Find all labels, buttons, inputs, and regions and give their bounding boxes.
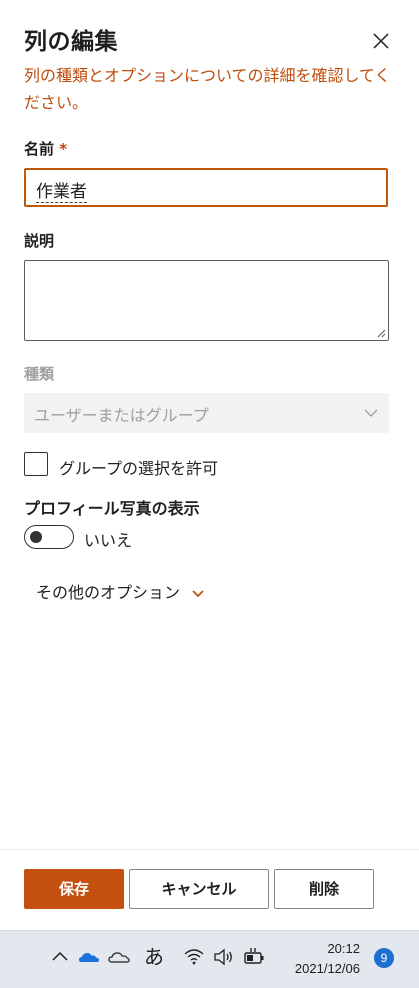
taskbar: あ 20:12 2021/12/06 9 bbox=[0, 930, 419, 988]
type-label: 種類 bbox=[24, 365, 55, 383]
onedrive-icon[interactable] bbox=[77, 945, 101, 969]
profile-photo-toggle-text: いいえ bbox=[84, 531, 133, 550]
wifi-icon[interactable] bbox=[182, 945, 206, 969]
footer-divider bbox=[0, 849, 419, 850]
description-label: 説明 bbox=[24, 232, 55, 250]
allow-groups-label[interactable]: グループの選択を許可 bbox=[59, 455, 218, 479]
clock-time: 20:12 bbox=[327, 941, 360, 956]
edit-column-panel: 列の編集 列の種類とオプションについての詳細を確認してください。 名前 * 作業… bbox=[0, 0, 419, 930]
ime-indicator[interactable]: あ bbox=[144, 945, 164, 969]
toggle-knob bbox=[30, 531, 42, 543]
clock-date: 2021/12/06 bbox=[294, 961, 360, 976]
name-label: 名前 * bbox=[24, 138, 67, 159]
details-link[interactable]: 列の種類とオプションについての詳細を確認してください。 bbox=[24, 62, 394, 116]
type-dropdown-value: ユーザーまたはグループ bbox=[34, 406, 209, 425]
chevron-down-icon bbox=[364, 409, 378, 417]
taskbar-clock[interactable]: 20:12 2021/12/06 bbox=[278, 939, 360, 979]
description-textarea[interactable] bbox=[24, 260, 389, 341]
notification-badge[interactable]: 9 bbox=[374, 948, 394, 968]
name-label-text: 名前 bbox=[24, 140, 55, 158]
save-button[interactable]: 保存 bbox=[24, 869, 124, 909]
panel-title: 列の編集 bbox=[24, 29, 118, 55]
more-options-button[interactable]: その他のオプション bbox=[36, 579, 205, 603]
close-icon[interactable] bbox=[368, 28, 394, 54]
volume-icon[interactable] bbox=[211, 945, 235, 969]
name-input[interactable]: 作業者 bbox=[24, 168, 388, 207]
profile-photo-label: プロフィール写真の表示 bbox=[24, 499, 200, 518]
cancel-button[interactable]: キャンセル bbox=[129, 869, 269, 909]
battery-charging-icon[interactable] bbox=[242, 945, 266, 969]
type-dropdown: ユーザーまたはグループ bbox=[24, 393, 389, 433]
chevron-up-icon[interactable] bbox=[48, 945, 72, 969]
profile-photo-toggle[interactable] bbox=[24, 525, 74, 549]
delete-button[interactable]: 削除 bbox=[274, 869, 374, 909]
name-input-value: 作業者 bbox=[36, 182, 87, 203]
resize-grip-icon[interactable] bbox=[377, 329, 386, 338]
allow-groups-checkbox[interactable] bbox=[24, 452, 48, 476]
cloud-icon[interactable] bbox=[107, 945, 131, 969]
chevron-down-icon bbox=[192, 589, 204, 597]
more-options-label: その他のオプション bbox=[36, 583, 181, 602]
required-mark: * bbox=[59, 140, 68, 158]
